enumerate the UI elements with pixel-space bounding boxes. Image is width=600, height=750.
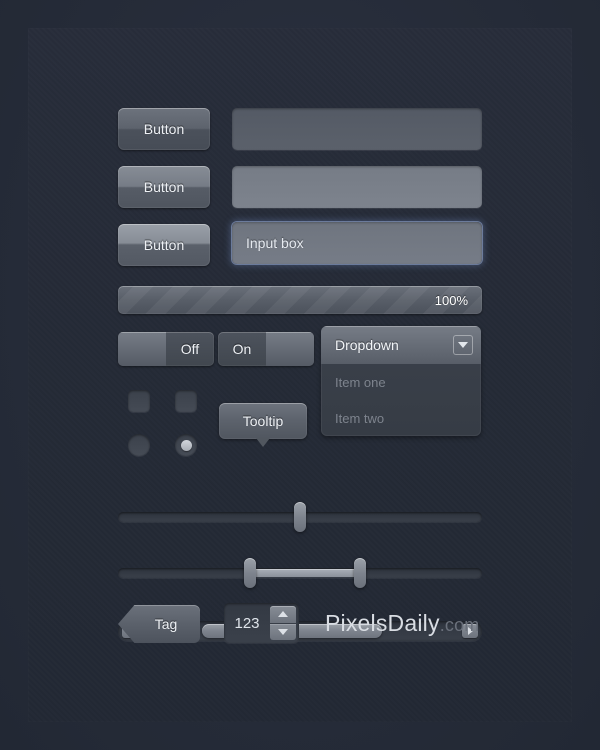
dropdown-item-two[interactable]: Item two <box>321 400 481 436</box>
ui-kit-panel: Button Button Button Input box 100% Off <box>28 28 572 722</box>
slider-single[interactable] <box>118 502 482 532</box>
brand-tld: .com <box>439 615 480 635</box>
input-focused[interactable]: Input box <box>232 222 482 264</box>
stepper-value[interactable]: 123 <box>224 603 270 643</box>
dropdown[interactable]: Dropdown Item one Item two <box>321 326 481 436</box>
slider-range-fill <box>248 569 360 577</box>
tag-label: Tag <box>154 616 178 632</box>
tooltip-label: Tooltip <box>242 413 284 429</box>
slider-range[interactable] <box>118 558 482 588</box>
toggle-off-knob <box>118 332 166 366</box>
dropdown-item-one-label: Item one <box>335 374 386 390</box>
brand-wordmark: PixelsDaily .com <box>325 610 480 637</box>
button-active[interactable]: Button <box>118 224 210 266</box>
progress-percent-label: 100% <box>434 292 468 308</box>
input-hover[interactable] <box>232 166 482 208</box>
number-stepper[interactable]: 123 <box>224 603 299 643</box>
stepper-buttons <box>270 606 296 640</box>
button-hover[interactable]: Button <box>118 166 210 208</box>
input-normal[interactable] <box>232 108 482 150</box>
toggle-on[interactable]: On <box>218 332 314 366</box>
slider-single-handle[interactable] <box>294 502 306 532</box>
radio-1[interactable] <box>128 434 150 456</box>
arrow-up-icon[interactable] <box>270 606 296 623</box>
slider-range-handle-max[interactable] <box>354 558 366 588</box>
radio-2[interactable] <box>175 434 197 456</box>
progress-bar: 100% <box>118 286 482 314</box>
button-active-label: Button <box>143 237 185 253</box>
button-hover-label: Button <box>143 179 185 195</box>
checkbox-1[interactable] <box>128 390 150 412</box>
toggle-on-knob <box>266 332 314 366</box>
arrow-down-icon[interactable] <box>270 623 296 640</box>
dropdown-item-two-label: Item two <box>335 410 385 426</box>
toggle-off[interactable]: Off <box>118 332 214 366</box>
toggle-on-label: On <box>232 341 252 357</box>
ui-kit-frame: Button Button Button Input box 100% Off <box>0 0 600 750</box>
dropdown-item-one[interactable]: Item one <box>321 364 481 400</box>
chevron-down-icon[interactable] <box>453 335 473 355</box>
button-normal-label: Button <box>143 121 185 137</box>
tooltip: Tooltip <box>219 403 307 447</box>
toggle-off-label: Off <box>180 341 200 357</box>
slider-range-handle-min[interactable] <box>244 558 256 588</box>
button-normal[interactable]: Button <box>118 108 210 150</box>
radio-2-dot <box>180 439 192 451</box>
brand-name: PixelsDaily <box>325 610 440 636</box>
dropdown-header[interactable]: Dropdown <box>321 326 481 364</box>
checkbox-2[interactable] <box>175 390 197 412</box>
dropdown-selected-value: Dropdown <box>335 337 399 353</box>
input-focused-value: Input box <box>246 235 304 251</box>
tag-button[interactable]: Tag <box>118 605 200 643</box>
